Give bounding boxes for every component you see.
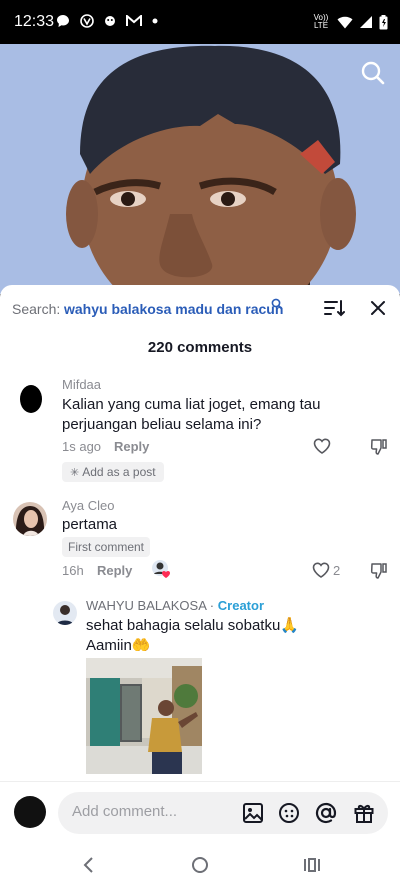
- image-icon[interactable]: [242, 802, 264, 824]
- volte-icon: Vo)) LTE: [313, 13, 329, 30]
- avatar[interactable]: [14, 382, 48, 416]
- search-label: Search:: [12, 301, 61, 317]
- search-query-icon[interactable]: [271, 298, 283, 310]
- gmail-notification-icon: [126, 15, 142, 26]
- face-notification-icon: [105, 16, 115, 26]
- comment-username[interactable]: Mifdaa: [62, 377, 101, 392]
- comment-time: 16h: [62, 563, 84, 578]
- status-bar: 12:33 Vo)) LTE: [0, 0, 400, 44]
- battery-icon: [379, 14, 388, 29]
- comment-username[interactable]: Aya Cleo: [62, 498, 115, 513]
- reply-button[interactable]: Reply: [97, 563, 132, 578]
- recents-icon[interactable]: [303, 856, 321, 874]
- avatar[interactable]: [13, 502, 47, 536]
- creator-badge: Creator: [217, 598, 265, 613]
- add-as-post-label: Add as a post: [82, 465, 156, 479]
- emoji-icon[interactable]: [278, 802, 300, 824]
- system-nav-bar: [0, 841, 400, 889]
- comment-input-bar: [0, 781, 400, 841]
- comment-input[interactable]: [72, 803, 232, 820]
- like-count: 2: [333, 563, 341, 578]
- notification-icons: [56, 14, 158, 28]
- video-frame-image: [0, 44, 400, 294]
- home-icon[interactable]: [191, 856, 209, 874]
- sort-icon[interactable]: [323, 298, 345, 318]
- signal-icon: [360, 16, 372, 28]
- first-comment-badge: First comment: [62, 537, 151, 557]
- video-preview[interactable]: [0, 44, 400, 294]
- like-icon[interactable]: [312, 562, 330, 578]
- comment-text: Kalian yang cuma liat joget, emang tau p…: [62, 396, 321, 433]
- comment-input-container[interactable]: [58, 792, 388, 834]
- search-query-link[interactable]: wahyu balakosa madu dan racun: [64, 301, 283, 317]
- separator: ·: [209, 598, 215, 613]
- reply-image-thumbnail[interactable]: [86, 658, 202, 774]
- dislike-icon[interactable]: [370, 562, 388, 580]
- system-icons: Vo)) LTE: [311, 14, 388, 30]
- avatar[interactable]: [53, 601, 77, 625]
- comment-text: pertama: [62, 516, 118, 533]
- add-as-post-button[interactable]: ✳ Add as a post: [62, 462, 164, 482]
- reply-text-line: sehat bahagia selalu sobatku🙏: [86, 617, 299, 634]
- search-suggestion-bar: Search: wahyu balakosa madu dan racun: [0, 285, 400, 331]
- v-app-notification-icon: [80, 14, 94, 28]
- mention-icon[interactable]: [315, 802, 337, 824]
- more-dot-icon: [152, 18, 158, 24]
- add-post-icon: ✳: [70, 467, 80, 479]
- close-icon[interactable]: [369, 299, 387, 317]
- reply-username-line: WAHYU BALAKOSA · Creator: [86, 598, 264, 613]
- like-icon[interactable]: [313, 438, 331, 454]
- comments-count: 220 comments: [147, 339, 253, 356]
- search-icon[interactable]: [360, 60, 386, 86]
- dislike-icon[interactable]: [370, 438, 388, 456]
- creator-liked-avatar: [151, 559, 171, 579]
- back-icon[interactable]: [80, 856, 98, 874]
- reply-username[interactable]: WAHYU BALAKOSA: [86, 598, 206, 613]
- reply-text: sehat bahagia selalu sobatku🙏 Aamiin🤲: [86, 616, 299, 656]
- gift-icon[interactable]: [353, 802, 375, 824]
- reply-text-line: Aamiin🤲: [86, 637, 151, 654]
- avatar: [14, 796, 46, 828]
- reply-button[interactable]: Reply: [114, 439, 149, 454]
- chat-notification-icon: [57, 15, 69, 27]
- status-time: 12:33: [14, 13, 55, 30]
- wifi-icon: [337, 16, 353, 28]
- comment-time: 1s ago: [62, 439, 102, 454]
